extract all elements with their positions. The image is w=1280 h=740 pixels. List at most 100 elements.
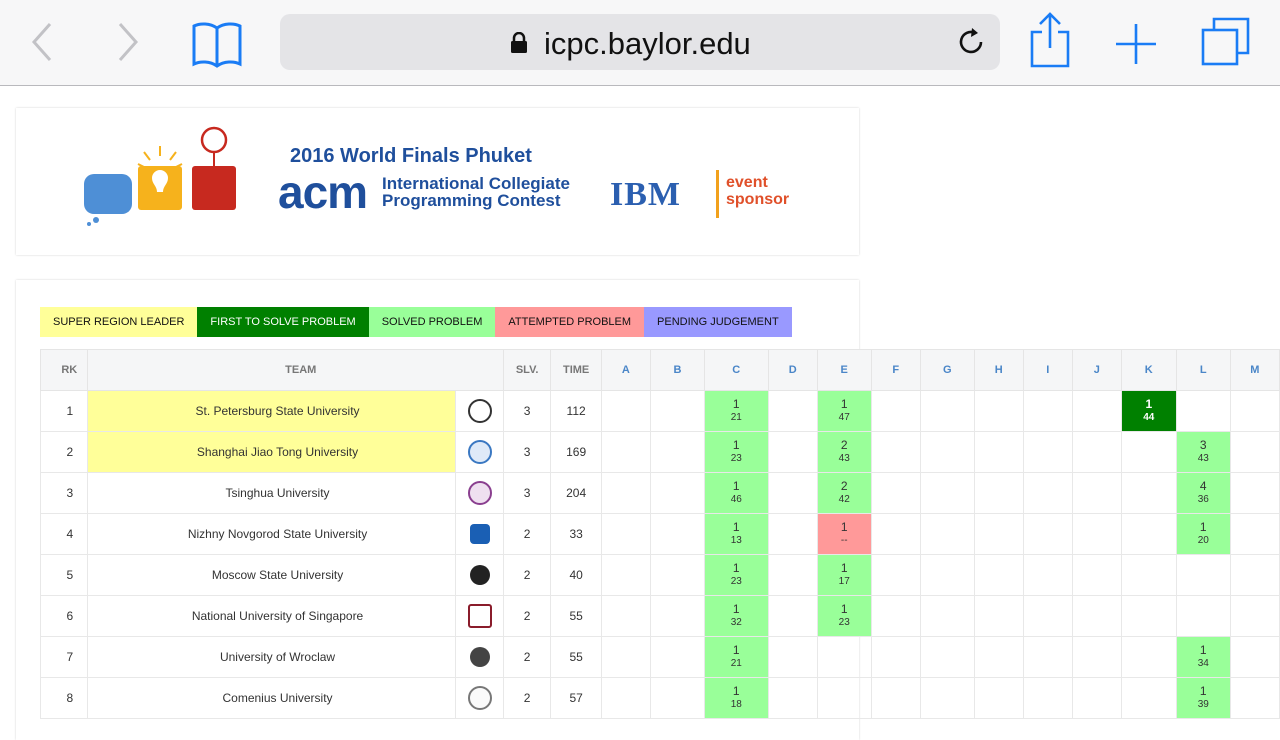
- team-logo-cell: [455, 677, 504, 719]
- problem-cell-g: [919, 636, 975, 678]
- back-icon[interactable]: [30, 20, 54, 69]
- col-problem-j[interactable]: J: [1071, 349, 1122, 391]
- rank-cell: 8: [40, 677, 88, 719]
- new-tab-icon[interactable]: [1114, 22, 1158, 71]
- team-name: Comenius University: [86, 677, 457, 719]
- problem-cell-a: [600, 513, 651, 555]
- solve-time: 47: [838, 412, 850, 423]
- attempts: 1: [840, 520, 848, 534]
- problem-cell-l: [1175, 595, 1231, 637]
- university-seal-icon: [469, 647, 490, 667]
- tabs-icon[interactable]: [1200, 16, 1252, 73]
- problem-cell-f: [870, 472, 921, 514]
- penalty-time: 57: [550, 677, 602, 719]
- rank-cell: 3: [40, 472, 88, 514]
- problem-cell-i: [1022, 390, 1073, 432]
- contest-name-line2: Programming Contest: [382, 191, 561, 210]
- solve-time: 23: [838, 617, 850, 628]
- problem-cell-f: [870, 595, 921, 637]
- problem-cell-d: [767, 513, 818, 555]
- solve-time: 43: [838, 453, 850, 464]
- problem-cell-c: 1 23: [703, 431, 769, 473]
- acm-logo-text: acm: [278, 166, 368, 218]
- attempts: 1: [840, 397, 848, 411]
- col-problem-b[interactable]: B: [649, 349, 705, 391]
- problem-cell-d: [767, 472, 818, 514]
- table-row[interactable]: 5 Moscow State University 2 40 1 23 1 17: [40, 554, 1280, 596]
- col-time: TIME: [550, 349, 602, 391]
- sponsor-line2: sponsor: [726, 191, 790, 208]
- col-problem-g[interactable]: G: [919, 349, 975, 391]
- university-seal-icon: [469, 565, 490, 585]
- problem-cell-k: [1120, 554, 1177, 596]
- attempts: 1: [1199, 520, 1207, 534]
- col-problem-i[interactable]: I: [1022, 349, 1073, 391]
- problem-cell-d: [767, 595, 818, 637]
- problem-cell-b: [649, 595, 705, 637]
- problem-cell-i: [1022, 677, 1073, 719]
- attempts: 1: [732, 397, 740, 411]
- rank-cell: 4: [40, 513, 88, 555]
- problem-cell-c: 1 21: [703, 636, 769, 678]
- problem-cell-e: 1 47: [816, 390, 872, 432]
- problem-cell-h: [973, 677, 1024, 719]
- forward-icon[interactable]: [116, 20, 140, 69]
- team-name: National University of Singapore: [86, 595, 457, 637]
- solve-time: 46: [730, 494, 742, 505]
- col-problem-e[interactable]: E: [816, 349, 872, 391]
- attempts: 3: [1199, 438, 1207, 452]
- team-name: University of Wroclaw: [86, 636, 457, 678]
- share-icon[interactable]: [1028, 12, 1072, 73]
- problem-cell-m: [1229, 595, 1280, 637]
- col-problem-d[interactable]: D: [767, 349, 818, 391]
- problem-cell-k: [1120, 677, 1177, 719]
- col-problem-m[interactable]: M: [1229, 349, 1280, 391]
- problem-cell-i: [1022, 472, 1073, 514]
- table-row[interactable]: 2 Shanghai Jiao Tong University 3 169 1 23 2 43…: [40, 431, 1280, 473]
- solve-time: 13: [730, 535, 742, 546]
- col-problem-l[interactable]: L: [1175, 349, 1231, 391]
- problem-cell-h: [973, 595, 1024, 637]
- problem-cell-j: [1071, 431, 1122, 473]
- attempts: 2: [840, 479, 848, 493]
- table-row[interactable]: 4 Nizhny Novgorod State University 2 33 1 13 1…: [40, 513, 1280, 555]
- attempts: 1: [732, 438, 740, 452]
- col-problem-f[interactable]: F: [870, 349, 921, 391]
- attempts: 1: [1199, 643, 1207, 657]
- solved-count: 3: [502, 390, 552, 432]
- header-row: RK TEAM SLV. TIME ABCDEFGHIJKLM: [40, 349, 1280, 391]
- table-row[interactable]: 1 St. Petersburg State University 3 112 1 21 1…: [40, 390, 1280, 432]
- address-bar[interactable]: icpc.baylor.edu: [280, 14, 1000, 70]
- bookmarks-icon[interactable]: [190, 20, 244, 73]
- problem-cell-e: 1 --: [816, 513, 872, 555]
- col-problem-a[interactable]: A: [600, 349, 651, 391]
- col-problem-h[interactable]: H: [973, 349, 1024, 391]
- table-row[interactable]: 3 Tsinghua University 3 204 1 46 2 42 4 36: [40, 472, 1280, 514]
- reload-icon[interactable]: [956, 27, 986, 62]
- col-solved: SLV.: [502, 349, 552, 391]
- col-problem-k[interactable]: K: [1120, 349, 1177, 391]
- problem-cell-m: [1229, 554, 1280, 596]
- team-logo-cell: [455, 431, 504, 473]
- table-row[interactable]: 7 University of Wroclaw 2 55 1 21 1 34: [40, 636, 1280, 678]
- team-name: Nizhny Novgorod State University: [86, 513, 457, 555]
- problem-cell-l: 4 36: [1175, 472, 1231, 514]
- table-row[interactable]: 8 Comenius University 2 57 1 18 1 39: [40, 677, 1280, 719]
- solve-time: 18: [730, 699, 742, 710]
- university-seal-icon: [469, 524, 490, 544]
- problem-cell-a: [600, 431, 651, 473]
- rank-cell: 5: [40, 554, 88, 596]
- contest-banner: 2016 World Finals Phuket acm Internation…: [16, 108, 859, 255]
- col-problem-c[interactable]: C: [703, 349, 769, 391]
- problem-cell-g: [919, 390, 975, 432]
- table-row[interactable]: 6 National University of Singapore 2 55 1 32 1…: [40, 595, 1280, 637]
- attempts: 1: [1145, 397, 1153, 411]
- problem-cell-k: [1120, 472, 1177, 514]
- problem-cell-d: [767, 636, 818, 678]
- problem-cell-g: [919, 677, 975, 719]
- attempts: 1: [732, 602, 740, 616]
- problem-cell-i: [1022, 595, 1073, 637]
- problem-cell-b: [649, 390, 705, 432]
- problem-cell-b: [649, 472, 705, 514]
- problem-cell-i: [1022, 554, 1073, 596]
